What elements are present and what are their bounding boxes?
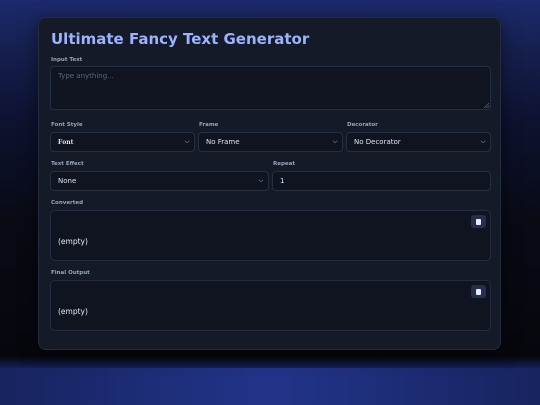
converted-output: (empty)	[50, 210, 491, 261]
frame-select[interactable]: No Frame ⌵	[198, 132, 343, 152]
frame-value: No Frame	[206, 138, 240, 146]
decorator-select[interactable]: No Decorator ⌵	[346, 132, 491, 152]
converted-label: Converted	[51, 200, 84, 206]
copy-icon	[476, 218, 481, 225]
final-output: (empty)	[50, 280, 491, 331]
decorator-label: Decorator	[347, 122, 378, 128]
font-style-value: 𝐅𝐨𝐧𝐭	[58, 138, 74, 146]
text-effect-select[interactable]: None ⌵	[50, 171, 269, 191]
final-output-text: (empty)	[58, 307, 88, 316]
chevron-down-icon: ⌵	[258, 177, 264, 184]
resize-handle[interactable]	[484, 103, 489, 108]
chevron-down-icon: ⌵	[184, 138, 190, 145]
repeat-label: Repeat	[273, 161, 295, 167]
generator-card: Ultimate Fancy Text Generator Input Text…	[38, 17, 501, 350]
chevron-down-icon: ⌵	[480, 138, 486, 145]
background-band	[0, 368, 540, 405]
repeat-value: 1	[280, 177, 285, 185]
font-style-select[interactable]: 𝐅𝐨𝐧𝐭 ⌵	[50, 132, 195, 152]
text-effect-label: Text Effect	[51, 161, 84, 167]
copy-final-output-button[interactable]	[471, 285, 486, 298]
repeat-input[interactable]: 1	[272, 171, 491, 191]
converted-text: (empty)	[58, 237, 88, 246]
text-effect-value: None	[58, 177, 77, 185]
input-text-area[interactable]	[50, 66, 491, 110]
copy-icon	[476, 288, 481, 295]
frame-label: Frame	[199, 122, 219, 128]
decorator-value: No Decorator	[354, 138, 401, 146]
page-title: Ultimate Fancy Text Generator	[51, 30, 310, 48]
font-style-label: Font Style	[51, 122, 83, 128]
input-text-label: Input Text	[51, 57, 83, 63]
final-output-label: Final Output	[51, 270, 90, 276]
chevron-down-icon: ⌵	[332, 138, 338, 145]
copy-converted-button[interactable]	[471, 215, 486, 228]
